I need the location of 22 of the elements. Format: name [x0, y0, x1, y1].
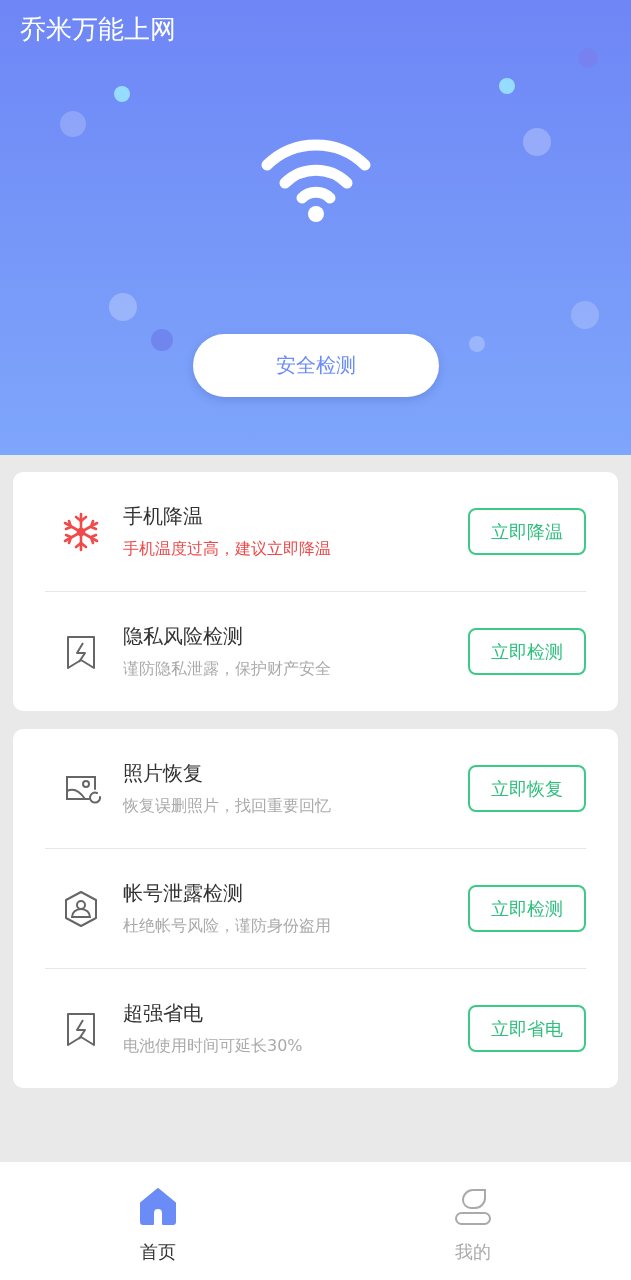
feature-title: 帐号泄露检测 — [123, 880, 244, 907]
feature-title: 手机降温 — [123, 503, 204, 530]
action-button[interactable]: 立即恢复 — [468, 765, 586, 812]
home-icon — [137, 1186, 178, 1226]
feature-title: 照片恢复 — [123, 760, 204, 787]
action-button[interactable]: 立即检测 — [468, 885, 586, 932]
feature-title: 超强省电 — [123, 1000, 204, 1027]
action-button[interactable]: 立即降温 — [468, 508, 586, 555]
security-scan-button[interactable]: 安全检测 — [192, 334, 439, 397]
app-title: 乔米万能上网 — [20, 13, 176, 46]
action-button[interactable]: 立即省电 — [468, 1005, 586, 1052]
feature-title: 隐私风险检测 — [123, 623, 244, 650]
person-icon — [453, 1186, 494, 1226]
feature-description: 杜绝帐号风险，谨防身份盗用 — [123, 916, 332, 937]
action-button[interactable]: 立即检测 — [468, 628, 586, 675]
snowflake-icon — [61, 511, 101, 552]
feature-description: 电池使用时间可延长30% — [123, 1036, 304, 1057]
feature-description: 谨防隐私泄露，保护财产安全 — [123, 659, 332, 680]
profile-tab[interactable]: 我的 — [413, 1162, 534, 1280]
feature-description: 恢复误删照片，找回重要回忆 — [123, 796, 332, 817]
home-tab[interactable]: 首页 — [97, 1162, 218, 1280]
feature-description: 手机温度过高，建议立即降温 — [123, 539, 332, 560]
